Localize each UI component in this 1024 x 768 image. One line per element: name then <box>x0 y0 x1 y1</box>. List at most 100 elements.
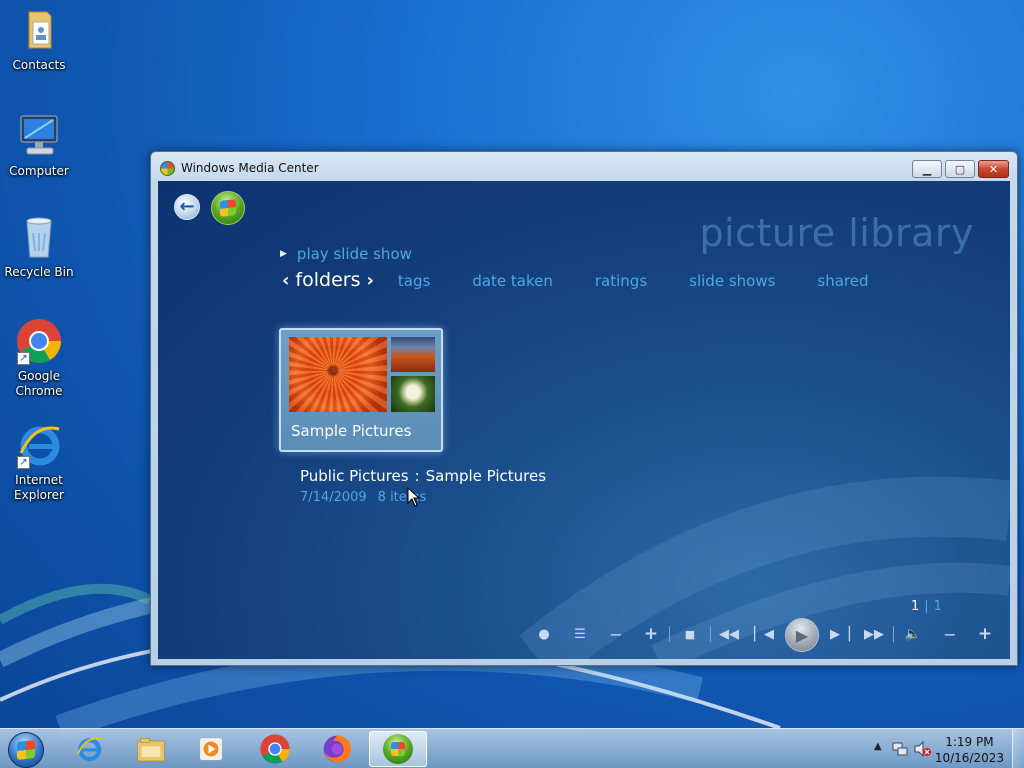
desktop-icon-google-chrome[interactable]: ↗ Google Chrome <box>0 317 78 399</box>
play-slide-show-link[interactable]: ▶ play slide show <box>280 245 412 263</box>
record-icon[interactable]: ● <box>536 619 552 649</box>
clock-date: 10/16/2023 <box>934 751 1004 765</box>
system-tray: ▲ 1:19 PM 10/16/2023 <box>864 729 1024 768</box>
show-desktop-button[interactable] <box>1012 729 1024 768</box>
taskbar: ▲ 1:19 PM 10/16/2023 <box>0 728 1024 768</box>
page-total: 1 <box>933 599 942 614</box>
volume-down-icon[interactable]: − <box>942 619 958 649</box>
chrome-icon <box>260 734 290 764</box>
chevron-left-icon[interactable]: ‹ <box>282 270 289 291</box>
volume-muted-icon[interactable] <box>914 741 932 757</box>
channel-down-icon[interactable]: − <box>608 619 624 649</box>
transport-controls: ● ☰ − + ■ ◀◀ ▏◀ ▶ ▶▕ ▶▶ 🔈 − + <box>158 618 1010 652</box>
desktop-icon-label: Computer <box>9 164 69 178</box>
tab-slide-shows[interactable]: slide shows <box>689 272 775 290</box>
window-title: Windows Media Center <box>181 161 319 175</box>
minimize-button[interactable]: ▁ <box>912 160 942 178</box>
separator <box>893 626 894 642</box>
skip-forward-icon[interactable]: ▶▕ <box>830 619 850 649</box>
tab-label: folders <box>295 269 361 291</box>
computer-icon <box>15 112 63 160</box>
media-center-content: ← picture library ▶ play slide show ‹ fo… <box>158 181 1010 659</box>
volume-icon[interactable]: 🔈 <box>902 619 924 649</box>
page-separator: | <box>924 599 929 614</box>
maximize-button[interactable]: ▢ <box>945 160 975 178</box>
start-button[interactable] <box>8 732 44 768</box>
volume-up-icon[interactable]: + <box>976 619 994 649</box>
tab-tags[interactable]: tags <box>398 272 430 290</box>
page-indicator: 1 | 1 <box>911 599 942 614</box>
separator <box>669 626 670 642</box>
taskbar-chrome[interactable] <box>246 731 304 767</box>
minimize-icon: ▁ <box>922 162 932 176</box>
desktop-icon-label: Contacts <box>12 58 66 72</box>
show-hidden-icons-icon[interactable]: ▲ <box>874 741 882 752</box>
media-center-window[interactable]: Windows Media Center ▁ ▢ ✕ ← picture lib… <box>150 151 1018 666</box>
back-button[interactable]: ← <box>174 194 200 220</box>
desktop-icon-recycle-bin[interactable]: Recycle Bin <box>0 213 78 280</box>
channel-up-icon[interactable]: + <box>642 619 660 649</box>
desktop-icon-label: Internet Explorer <box>14 473 64 502</box>
desktop-icon-internet-explorer[interactable]: ↗ Internet Explorer <box>0 421 78 503</box>
skip-back-icon[interactable]: ▏◀ <box>754 619 774 649</box>
contacts-folder-icon <box>15 6 63 54</box>
desktop-icon-label: Google Chrome <box>15 369 63 398</box>
separator <box>710 626 711 642</box>
play-icon: ▶ <box>795 625 809 645</box>
taskbar-internet-explorer[interactable] <box>60 731 118 767</box>
media-center-icon <box>160 161 175 176</box>
network-icon[interactable] <box>892 741 908 757</box>
tab-shared[interactable]: shared <box>817 272 868 290</box>
clock-time: 1:19 PM <box>945 735 994 749</box>
play-triangle-icon: ▶ <box>280 249 287 259</box>
tab-date-taken[interactable]: date taken <box>472 272 553 290</box>
tab-ratings[interactable]: ratings <box>595 272 647 290</box>
media-center-icon <box>383 734 413 764</box>
taskbar-clock[interactable]: 1:19 PM 10/16/2023 <box>935 734 1004 766</box>
taskbar-windows-explorer[interactable] <box>122 731 180 767</box>
taskbar-firefox[interactable] <box>308 731 366 767</box>
folder-date: 7/14/2009 <box>300 490 367 505</box>
folder-path: Public Pictures : Sample Pictures <box>300 467 546 485</box>
chrome-icon: ↗ <box>15 317 63 365</box>
media-player-icon <box>199 737 223 761</box>
recycle-bin-icon <box>15 213 63 261</box>
guide-list-icon[interactable]: ☰ <box>570 619 590 649</box>
desktop-icon-computer[interactable]: Computer <box>0 112 78 179</box>
back-arrow-icon: ← <box>179 196 195 217</box>
taskbar-media-center[interactable] <box>369 731 427 767</box>
folder-tile-sample-pictures[interactable]: Sample Pictures <box>279 328 443 452</box>
internet-explorer-icon: ↗ <box>15 421 63 469</box>
media-center-start-button[interactable] <box>211 191 245 225</box>
thumbnail-white-flower <box>391 376 435 412</box>
close-icon: ✕ <box>988 162 999 176</box>
shortcut-arrow-icon: ↗ <box>17 456 30 469</box>
path-separator: : <box>414 467 420 485</box>
rewind-icon[interactable]: ◀◀ <box>718 619 740 649</box>
internet-explorer-icon <box>76 737 102 762</box>
tab-folders[interactable]: ‹ folders › <box>282 269 374 291</box>
thumbnail-flower <box>289 337 387 412</box>
page-title: picture library <box>699 211 974 255</box>
desktop-icon-label: Recycle Bin <box>4 265 74 279</box>
tile-label: Sample Pictures <box>291 422 412 440</box>
fast-forward-icon[interactable]: ▶▶ <box>863 619 885 649</box>
shortcut-arrow-icon: ↗ <box>17 352 30 365</box>
close-button[interactable]: ✕ <box>978 160 1009 178</box>
chevron-right-icon[interactable]: › <box>366 270 373 291</box>
mouse-cursor-icon <box>407 487 421 507</box>
windows-explorer-icon <box>137 738 165 762</box>
desktop-icon-contacts[interactable]: Contacts <box>0 6 78 73</box>
folder-name: Sample Pictures <box>425 467 547 485</box>
stop-icon[interactable]: ■ <box>682 619 698 649</box>
page-current: 1 <box>911 599 920 614</box>
play-button[interactable]: ▶ <box>785 618 819 652</box>
view-tabs: ‹ folders › tags date taken ratings slid… <box>282 269 911 291</box>
taskbar-media-player[interactable] <box>182 731 240 767</box>
maximize-icon: ▢ <box>954 162 966 176</box>
folder-parent: Public Pictures <box>300 467 409 485</box>
window-titlebar[interactable]: Windows Media Center ▁ ▢ ✕ <box>151 152 1017 182</box>
firefox-icon <box>323 735 352 763</box>
play-slide-show-label: play slide show <box>296 245 412 263</box>
windows-logo-icon <box>17 740 35 760</box>
